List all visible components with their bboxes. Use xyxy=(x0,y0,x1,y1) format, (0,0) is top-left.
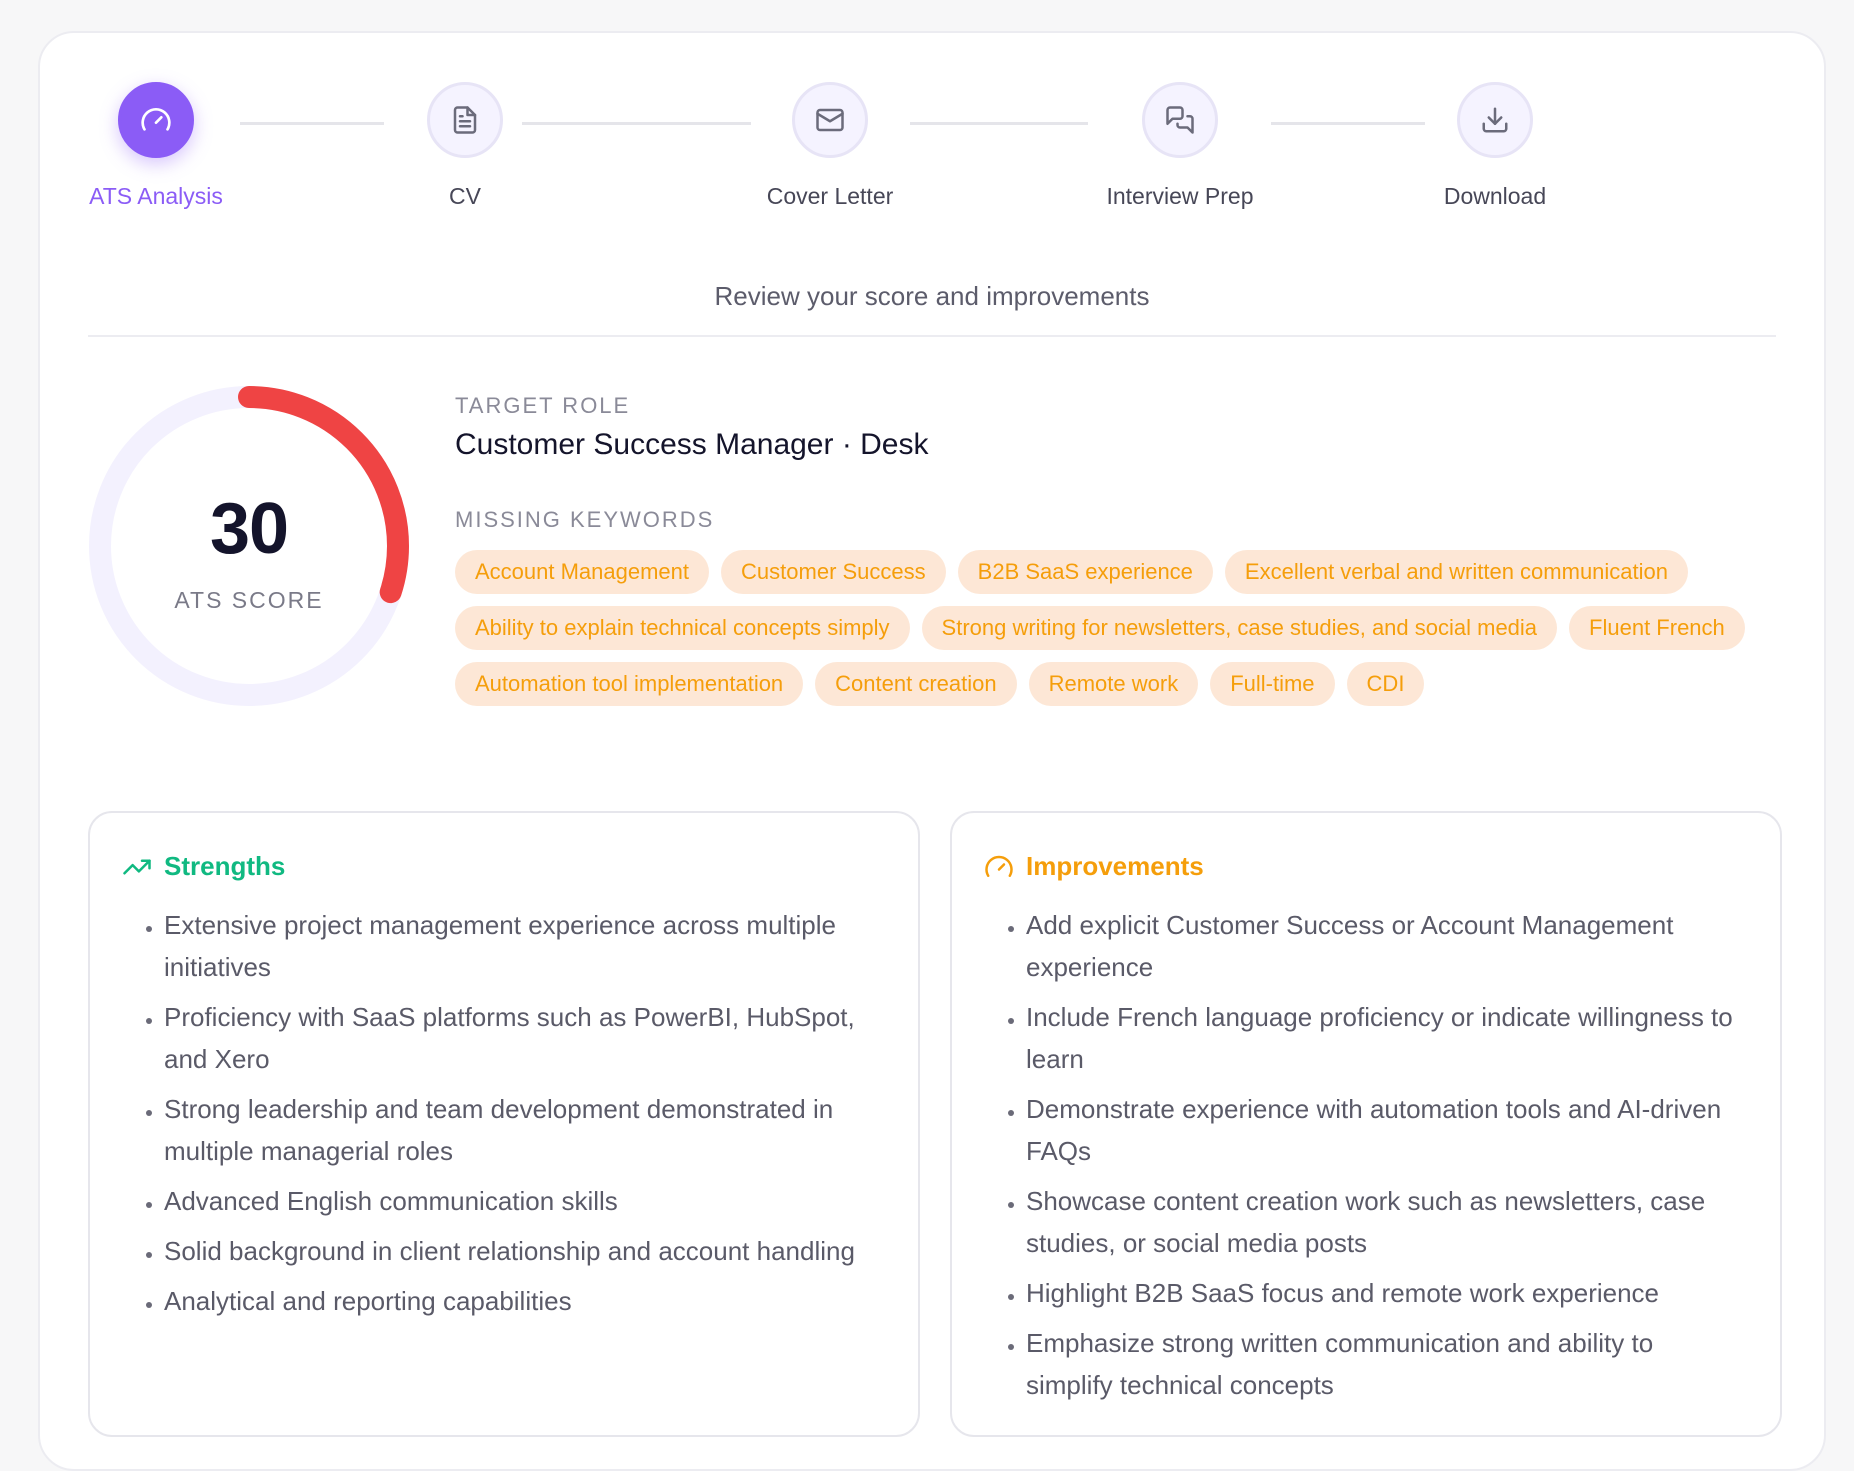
improvements-item: Demonstrate experience with automation t… xyxy=(1026,1088,1744,1172)
keyword-chip: Fluent French xyxy=(1569,606,1745,650)
strengths-item: Solid background in client relationship … xyxy=(164,1230,882,1272)
improvements-panel: Improvements Add explicit Customer Succe… xyxy=(950,811,1782,1437)
missing-keywords-label: MISSING KEYWORDS xyxy=(455,507,715,532)
improvements-item: Emphasize strong written communication a… xyxy=(1026,1322,1744,1406)
target-role-value: Customer Success Manager · Desk xyxy=(455,428,929,461)
step-interview-prep[interactable]: Interview Prep xyxy=(1030,82,1330,210)
improvements-item: Highlight B2B SaaS focus and remote work… xyxy=(1026,1272,1744,1314)
keyword-chip: Automation tool implementation xyxy=(455,662,804,706)
keyword-chip: Strong writing for newsletters, case stu… xyxy=(921,606,1558,650)
strengths-panel: Strengths Extensive project management e… xyxy=(88,811,920,1437)
step-cv[interactable]: CV xyxy=(315,82,615,210)
improvements-header: Improvements xyxy=(984,851,1204,882)
step-label: Interview Prep xyxy=(1106,183,1254,209)
strengths-item: Extensive project management experience … xyxy=(164,904,882,988)
strengths-list: Extensive project management experience … xyxy=(130,904,882,1330)
target-role-label: TARGET ROLE xyxy=(455,393,631,418)
keyword-chip: Ability to explain technical concepts si… xyxy=(455,606,910,650)
ats-analysis-card: ATS Analysis CV Cover Letter Interview P… xyxy=(38,31,1826,1471)
ats-score-value: 30 xyxy=(209,489,289,569)
keyword-chip: Account Management xyxy=(455,550,710,594)
improvements-list: Add explicit Customer Success or Account… xyxy=(992,904,1744,1414)
keyword-chip: Excellent verbal and written communicati… xyxy=(1224,550,1689,594)
step-download[interactable]: Download xyxy=(1345,82,1645,210)
ats-score-label: ATS SCORE xyxy=(174,587,324,613)
step-label: Cover Letter xyxy=(766,183,894,209)
step-label: Download xyxy=(1443,183,1547,209)
strengths-title: Strengths xyxy=(164,851,286,881)
strengths-item: Analytical and reporting capabilities xyxy=(164,1280,882,1322)
chat-icon xyxy=(1142,82,1218,158)
divider xyxy=(88,335,1776,337)
mail-icon xyxy=(792,82,868,158)
step-ats-analysis[interactable]: ATS Analysis xyxy=(6,82,306,210)
strengths-item: Advanced English communication skills xyxy=(164,1180,882,1222)
gauge-icon xyxy=(984,852,1014,882)
gauge-icon xyxy=(118,82,194,158)
strengths-header: Strengths xyxy=(122,851,285,882)
improvements-item: Showcase content creation work such as n… xyxy=(1026,1180,1744,1264)
strengths-item: Proficiency with SaaS platforms such as … xyxy=(164,996,882,1080)
step-cover-letter[interactable]: Cover Letter xyxy=(680,82,980,210)
missing-keywords-list: Account Management Customer Success B2B Sa… xyxy=(455,550,1795,706)
improvements-item: Include French language proficiency or i… xyxy=(1026,996,1744,1080)
keyword-chip: B2B SaaS experience xyxy=(957,550,1213,594)
keyword-chip: Remote work xyxy=(1028,662,1199,706)
keyword-chip: Full-time xyxy=(1210,662,1335,706)
trending-up-icon xyxy=(122,852,152,882)
download-icon xyxy=(1457,82,1533,158)
step-label: CV xyxy=(449,183,481,209)
document-icon xyxy=(427,82,503,158)
step-label: ATS Analysis xyxy=(89,183,223,209)
improvements-item: Add explicit Customer Success or Account… xyxy=(1026,904,1744,988)
stepper-subtitle: Review your score and improvements xyxy=(714,281,1150,311)
keyword-chip: Customer Success xyxy=(721,550,946,594)
keyword-chip: CDI xyxy=(1346,662,1425,706)
strengths-item: Strong leadership and team development d… xyxy=(164,1088,882,1172)
keyword-chip: Content creation xyxy=(815,662,1017,706)
improvements-title: Improvements xyxy=(1026,851,1204,881)
